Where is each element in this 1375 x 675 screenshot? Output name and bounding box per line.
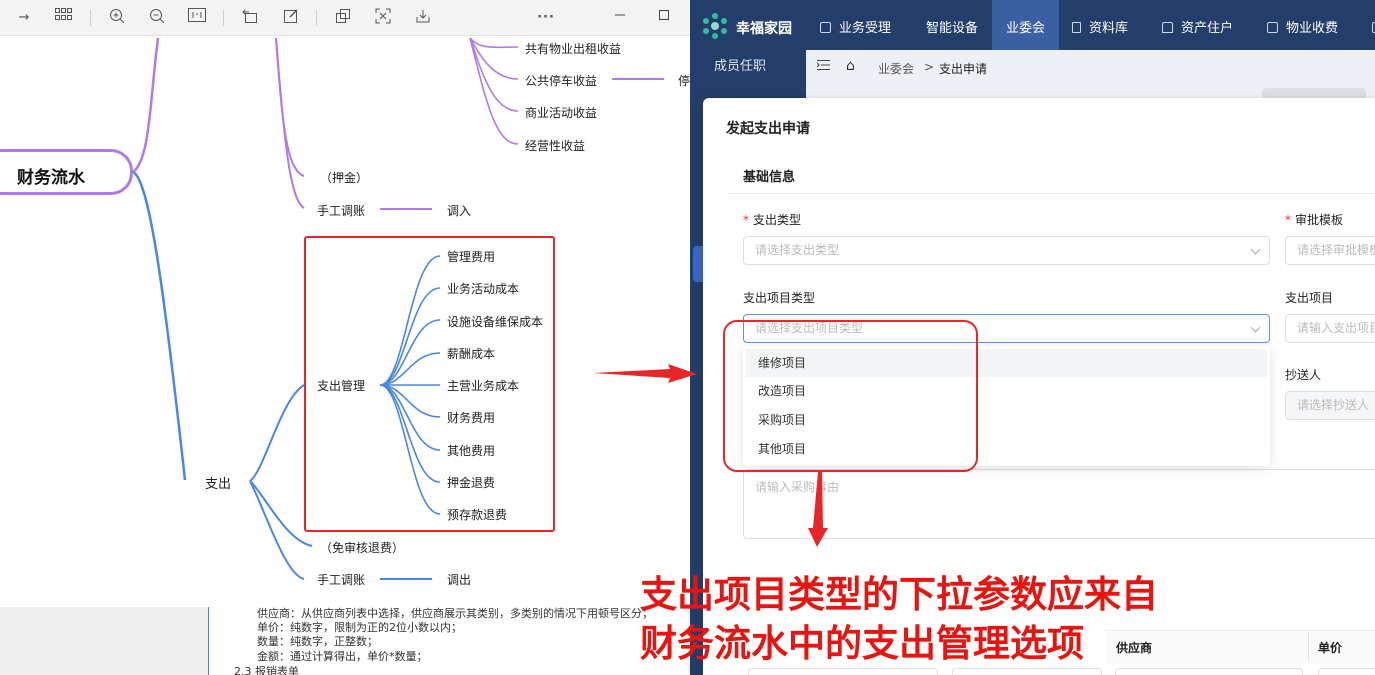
table-cell-input[interactable] — [1318, 668, 1375, 675]
transfer-in-node[interactable]: 调入 — [447, 202, 471, 219]
expense-item[interactable]: 业务活动成本 — [447, 280, 519, 297]
expense-item[interactable]: 管理费用 — [447, 248, 495, 265]
arrow-right-icon[interactable]: → — [14, 8, 34, 28]
mindmap-root-node[interactable]: 财务流水 — [0, 149, 133, 195]
viewer-toolbar: → ··· — [0, 0, 690, 36]
mindmap-viewer: 财务流水 共有物业出租收益 公共停车收益 停 商业活动收益 经营性收益 （押金）… — [0, 0, 690, 607]
receipt-icon — [1267, 22, 1278, 33]
cc-select[interactable]: 请选择抄送人 — [1285, 391, 1375, 420]
rotate-icon[interactable] — [240, 8, 260, 28]
annotation-line: 财务流水中的支出管理选项 — [640, 622, 1084, 665]
zoom-in-icon[interactable] — [107, 8, 127, 28]
annotation-line: 支出项目类型的下拉参数应来自 — [640, 573, 1158, 616]
brand-name[interactable]: 幸福家园 — [736, 18, 792, 38]
grid-icon[interactable] — [54, 8, 74, 28]
income-parking-sub: 停 — [678, 74, 690, 88]
dropdown-highlight — [723, 320, 978, 472]
breadcrumb-separator: > — [924, 60, 935, 74]
breadcrumb-current: 支出申请 — [939, 62, 988, 76]
home-icon — [1162, 22, 1173, 33]
reason-textarea[interactable]: 请输入采购事由 — [743, 469, 1375, 539]
column-divider — [1308, 632, 1309, 662]
file-icon — [1072, 22, 1081, 33]
template-select[interactable]: 请选择审批模板 — [1285, 236, 1375, 265]
edit-icon[interactable] — [281, 8, 301, 28]
doc-line: 金额：通过计算得出，单价*数量； — [257, 650, 428, 663]
item-label: 支出项目 — [1285, 291, 1334, 305]
menu-toggle-icon[interactable] — [816, 59, 830, 74]
income-item-commercial[interactable]: 商业活动收益 — [525, 104, 597, 121]
fit-icon[interactable] — [187, 8, 207, 28]
income-manual-adjust[interactable]: 手工调账 — [317, 202, 365, 219]
expense-item[interactable]: 财务费用 — [447, 409, 495, 426]
expense-manual-adjust[interactable]: 手工调账 — [317, 571, 365, 588]
camera-icon — [820, 22, 831, 33]
expense-item[interactable]: 押金退费 — [447, 474, 495, 491]
doc-line: 数量：纯数字，正整数； — [257, 635, 378, 648]
deposit-node[interactable]: （押金） — [320, 169, 368, 186]
income-item-parking[interactable]: 公共停车收益 — [525, 72, 597, 89]
income-item-operating[interactable]: 经营性收益 — [525, 137, 585, 154]
chevron-down-icon — [1250, 244, 1261, 255]
more-icon[interactable]: ··· — [536, 8, 556, 28]
section-title: 基础信息 — [743, 170, 796, 185]
table-cell-input[interactable] — [748, 668, 938, 675]
expense-item[interactable]: 薪酬成本 — [447, 345, 495, 362]
expense-item[interactable]: 其他费用 — [447, 442, 495, 459]
item-input[interactable]: 请输入支出项目 — [1285, 314, 1375, 343]
expense-node[interactable]: 支出 — [205, 473, 231, 492]
section-divider — [727, 193, 1375, 194]
expense-item[interactable]: 设施设备维保成本 — [447, 313, 543, 330]
home-icon[interactable]: ⌂ — [846, 58, 855, 74]
transfer-out-node[interactable]: 调出 — [447, 571, 471, 588]
expense-type-select[interactable]: 请选择支出类型 — [743, 236, 1270, 265]
cc-label: 抄送人 — [1285, 368, 1322, 382]
doc-heading: 2.3 报销表单 — [234, 665, 299, 675]
expense-item[interactable]: 主营业务成本 — [447, 377, 519, 394]
modal-title: 发起支出申请 — [726, 121, 810, 137]
table-cell-input[interactable] — [952, 668, 1102, 675]
download-icon[interactable] — [413, 8, 433, 28]
income-item-rental[interactable]: 共有物业出租收益 — [525, 40, 621, 57]
expense-management-node[interactable]: 支出管理 — [317, 377, 365, 394]
item-type-label: 支出项目类型 — [743, 291, 816, 305]
exempt-refund-node[interactable]: （免审核退费） — [320, 539, 404, 556]
share-icon[interactable] — [333, 8, 353, 28]
expense-item[interactable]: 预存款退费 — [447, 506, 507, 523]
minimize-icon[interactable] — [610, 8, 630, 28]
expand-icon[interactable] — [373, 8, 393, 28]
sidebar-item-member[interactable]: 成员任职 — [714, 58, 766, 76]
brand-logo-icon — [703, 13, 727, 39]
breadcrumb-committee[interactable]: 业委会 — [878, 60, 914, 77]
expense-type-label: * 支出类型 — [743, 213, 802, 227]
maximize-icon[interactable] — [654, 8, 674, 28]
template-label: * 审批模板 — [1285, 213, 1344, 227]
column-price: 单价 — [1318, 641, 1343, 655]
zoom-out-icon[interactable] — [147, 8, 167, 28]
annotation-text: 支出项目类型的下拉参数应来自 财务流水中的支出管理选项 — [640, 570, 1158, 668]
document-page: 供应商：从供应商列表中选择，供应商展示其类别，多类别的情况下用顿号区分； 单价：… — [208, 607, 688, 675]
table-cell-input[interactable] — [1115, 668, 1303, 675]
chevron-down-icon — [1250, 322, 1261, 333]
